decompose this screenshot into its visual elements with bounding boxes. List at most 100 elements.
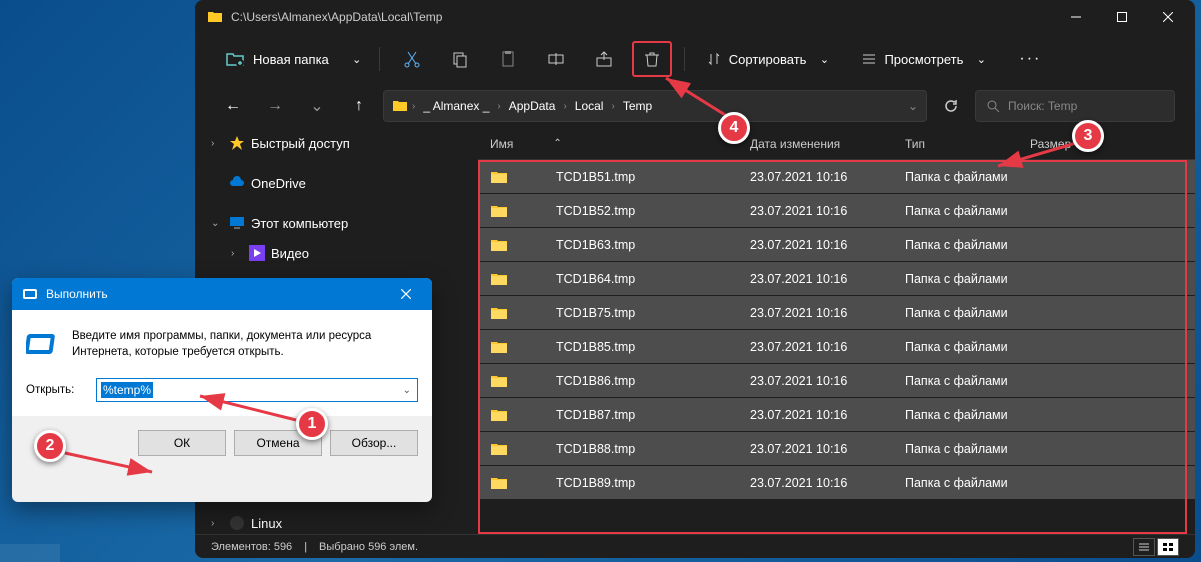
- icons-view-button[interactable]: [1157, 538, 1179, 556]
- file-date: 23.07.2021 10:16: [750, 476, 905, 490]
- sort-label: Сортировать: [729, 52, 807, 67]
- file-name: TCD1B64.tmp: [556, 272, 635, 286]
- folder-icon: [490, 238, 508, 252]
- file-row[interactable]: TCD1B89.tmp 23.07.2021 10:16 Папка с фай…: [478, 466, 1195, 500]
- folder-icon: [490, 306, 508, 320]
- back-button[interactable]: ←: [215, 90, 251, 122]
- nav-quick-access[interactable]: › Быстрый доступ: [195, 128, 478, 158]
- minimize-button[interactable]: [1053, 1, 1099, 33]
- nav-video[interactable]: › Видео: [195, 238, 478, 268]
- file-date: 23.07.2021 10:16: [750, 374, 905, 388]
- file-list[interactable]: TCD1B51.tmp 23.07.2021 10:16 Папка с фай…: [478, 160, 1195, 534]
- maximize-button[interactable]: [1099, 1, 1145, 33]
- linux-icon: [229, 515, 245, 531]
- run-input[interactable]: %temp% ⌄: [96, 378, 418, 402]
- file-date: 23.07.2021 10:16: [750, 238, 905, 252]
- file-type: Папка с файлами: [905, 374, 1030, 388]
- search-icon: [986, 99, 1000, 113]
- file-name: TCD1B89.tmp: [556, 476, 635, 490]
- share-button[interactable]: [584, 41, 624, 77]
- file-row[interactable]: TCD1B86.tmp 23.07.2021 10:16 Папка с фай…: [478, 364, 1195, 398]
- run-title: Выполнить: [46, 287, 390, 301]
- file-type: Папка с файлами: [905, 204, 1030, 218]
- file-name: TCD1B75.tmp: [556, 306, 635, 320]
- file-type: Папка с файлами: [905, 340, 1030, 354]
- breadcrumb[interactable]: › _ Almanex _ › AppData › Local › Temp ⌄: [383, 90, 927, 122]
- browse-button[interactable]: Обзор...: [330, 430, 418, 456]
- file-type: Папка с файлами: [905, 306, 1030, 320]
- forward-button[interactable]: →: [257, 90, 293, 122]
- file-row[interactable]: TCD1B64.tmp 23.07.2021 10:16 Папка с фай…: [478, 262, 1195, 296]
- status-selected: Выбрано 596 элем.: [319, 541, 418, 553]
- folder-icon: [490, 408, 508, 422]
- file-name: TCD1B86.tmp: [556, 374, 635, 388]
- view-button[interactable]: Просмотреть ⌄: [852, 46, 1001, 73]
- pc-icon: [229, 215, 245, 231]
- file-type: Папка с файлами: [905, 272, 1030, 286]
- annotation-badge-4: 4: [718, 112, 750, 144]
- annotation-badge-3: 3: [1072, 120, 1104, 152]
- ok-button[interactable]: ОК: [138, 430, 226, 456]
- statusbar: Элементов: 596 | Выбрано 596 элем.: [195, 534, 1195, 558]
- refresh-button[interactable]: [933, 90, 969, 122]
- copy-button[interactable]: [440, 41, 480, 77]
- nav-linux[interactable]: › Linux: [195, 508, 478, 534]
- chevron-down-icon[interactable]: ⌄: [403, 385, 411, 396]
- folder-icon: [490, 340, 508, 354]
- new-folder-icon: [225, 49, 245, 69]
- delete-button[interactable]: [632, 41, 672, 77]
- run-close-button[interactable]: [390, 278, 422, 310]
- video-icon: [249, 245, 265, 261]
- more-button[interactable]: ···: [1009, 44, 1051, 74]
- folder-icon: [392, 99, 408, 113]
- file-row[interactable]: TCD1B85.tmp 23.07.2021 10:16 Папка с фай…: [478, 330, 1195, 364]
- up-button[interactable]: ↑: [341, 90, 377, 122]
- run-input-value: %temp%: [101, 382, 153, 398]
- breadcrumb-item[interactable]: _ Almanex _: [419, 97, 493, 115]
- folder-icon: [490, 170, 508, 184]
- file-row[interactable]: TCD1B87.tmp 23.07.2021 10:16 Папка с фай…: [478, 398, 1195, 432]
- run-titlebar: Выполнить: [12, 278, 432, 310]
- cut-button[interactable]: [392, 41, 432, 77]
- recent-dropdown[interactable]: ⌄: [299, 90, 335, 122]
- run-description: Введите имя программы, папки, документа …: [72, 328, 418, 360]
- file-row[interactable]: TCD1B52.tmp 23.07.2021 10:16 Папка с фай…: [478, 194, 1195, 228]
- folder-icon: [490, 374, 508, 388]
- breadcrumb-item[interactable]: Local: [571, 97, 608, 115]
- file-name: TCD1B85.tmp: [556, 340, 635, 354]
- folder-icon: [490, 476, 508, 490]
- file-name: TCD1B63.tmp: [556, 238, 635, 252]
- new-folder-label: Новая папка: [253, 52, 329, 67]
- view-label: Просмотреть: [884, 52, 963, 67]
- sort-button[interactable]: Сортировать ⌄: [697, 46, 845, 73]
- nav-label: Этот компьютер: [251, 216, 348, 231]
- search-input[interactable]: Поиск: Temp: [975, 90, 1175, 122]
- paste-button[interactable]: [488, 41, 528, 77]
- details-view-button[interactable]: [1133, 538, 1155, 556]
- column-date[interactable]: Дата изменения: [750, 137, 905, 151]
- file-name: TCD1B51.tmp: [556, 170, 635, 184]
- breadcrumb-item[interactable]: Temp: [619, 97, 656, 115]
- file-row[interactable]: TCD1B88.tmp 23.07.2021 10:16 Папка с фай…: [478, 432, 1195, 466]
- new-folder-button[interactable]: Новая папка: [215, 43, 339, 75]
- folder-icon: [490, 442, 508, 456]
- nav-onedrive[interactable]: OneDrive: [195, 168, 478, 198]
- column-type[interactable]: Тип: [905, 137, 1030, 151]
- file-date: 23.07.2021 10:16: [750, 442, 905, 456]
- annotation-badge-2: 2: [34, 430, 66, 462]
- file-name: TCD1B87.tmp: [556, 408, 635, 422]
- column-name[interactable]: Имя⌃: [490, 137, 750, 151]
- rename-button[interactable]: [536, 41, 576, 77]
- file-type: Папка с файлами: [905, 442, 1030, 456]
- new-folder-dropdown[interactable]: ⌄: [347, 53, 367, 66]
- close-button[interactable]: [1145, 1, 1191, 33]
- breadcrumb-item[interactable]: AppData: [505, 97, 560, 115]
- file-row[interactable]: TCD1B75.tmp 23.07.2021 10:16 Папка с фай…: [478, 296, 1195, 330]
- status-count: Элементов: 596: [211, 541, 292, 553]
- file-row[interactable]: TCD1B51.tmp 23.07.2021 10:16 Папка с фай…: [478, 160, 1195, 194]
- file-date: 23.07.2021 10:16: [750, 408, 905, 422]
- file-row[interactable]: TCD1B63.tmp 23.07.2021 10:16 Папка с фай…: [478, 228, 1195, 262]
- run-app-icon: [26, 328, 58, 360]
- nav-label: Linux: [251, 516, 282, 531]
- nav-this-pc[interactable]: ⌄ Этот компьютер: [195, 208, 478, 238]
